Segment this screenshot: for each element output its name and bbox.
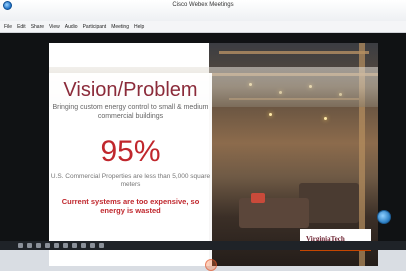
big-statistic: 95%	[100, 135, 161, 168]
taskbar-app-icon[interactable]	[27, 243, 32, 248]
taskbar-app-icon[interactable]	[45, 243, 50, 248]
text-panel: Vision/Problem Bringing custom energy co…	[49, 73, 212, 266]
taskbar-app-icon[interactable]	[63, 243, 68, 248]
menu-view[interactable]: View	[49, 24, 60, 30]
menu-share[interactable]: Share	[31, 24, 44, 30]
menu-help[interactable]: Help	[134, 24, 144, 30]
shared-content-stage: Vision/Problem Bringing custom energy co…	[0, 33, 406, 271]
menu-audio[interactable]: Audio	[65, 24, 78, 30]
taskbar-app-icon[interactable]	[81, 243, 86, 248]
menu-bar: File Edit Share View Audio Participant M…	[0, 21, 406, 33]
webex-window: Cisco Webex Meetings File Edit Share Vie…	[0, 0, 406, 271]
statistic-caption: U.S. Commercial Properties are less than…	[50, 173, 211, 188]
menu-file[interactable]: File	[4, 24, 12, 30]
presentation-slide: Vision/Problem Bringing custom energy co…	[49, 43, 378, 266]
problem-statement: Current systems are too expensive, so en…	[61, 197, 200, 215]
menu-participant[interactable]: Participant	[83, 24, 107, 30]
title-bar: Cisco Webex Meetings	[0, 0, 406, 22]
cushion-image	[251, 193, 265, 203]
sofa-image	[239, 198, 309, 228]
taskbar-app-icon[interactable]	[36, 243, 41, 248]
taskbar	[0, 241, 406, 250]
slide-heading: Vision/Problem	[63, 79, 198, 101]
taskbar-app-icon[interactable]	[90, 243, 95, 248]
pointer-highlight-icon	[205, 259, 217, 271]
taskbar-app-icon[interactable]	[18, 243, 23, 248]
slide-subheading: Bringing custom energy control to small …	[52, 104, 209, 120]
window-title: Cisco Webex Meetings	[172, 2, 234, 8]
taskbar-app-icon[interactable]	[72, 243, 77, 248]
taskbar-app-icon[interactable]	[54, 243, 59, 248]
floating-webex-icon[interactable]	[377, 210, 391, 224]
menu-meeting[interactable]: Meeting	[111, 24, 129, 30]
menu-edit[interactable]: Edit	[17, 24, 26, 30]
taskbar-app-icon[interactable]	[99, 243, 104, 248]
